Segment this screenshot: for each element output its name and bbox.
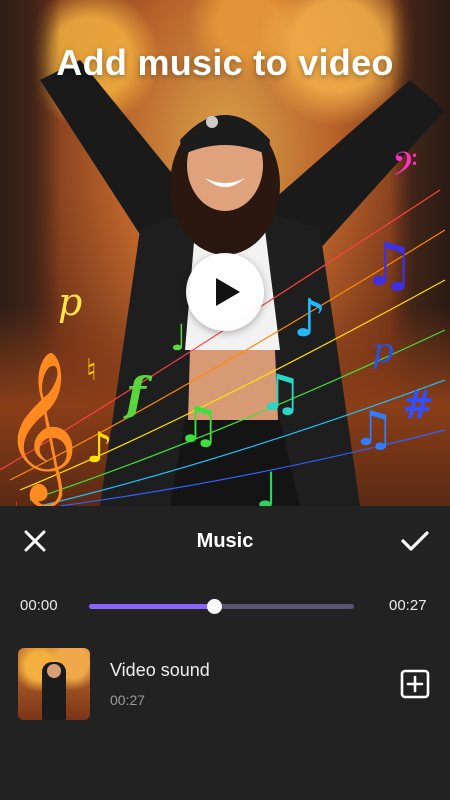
panel-title: Music bbox=[196, 530, 254, 552]
confirm-button[interactable] bbox=[398, 524, 432, 558]
add-box-icon bbox=[400, 669, 430, 699]
progress-fill bbox=[89, 604, 214, 609]
add-track-button[interactable] bbox=[400, 669, 430, 699]
checkmark-icon bbox=[401, 531, 429, 551]
slider-thumb[interactable] bbox=[206, 599, 222, 614]
play-icon bbox=[215, 278, 240, 306]
total-time: 00:27 bbox=[389, 597, 427, 614]
track-title: Video sound bbox=[110, 660, 210, 680]
music-panel-header: Music bbox=[0, 506, 450, 576]
current-time: 00:00 bbox=[20, 597, 58, 614]
progress-slider[interactable] bbox=[89, 599, 354, 614]
video-preview[interactable]: 𝄞 p ♮ f ♪ ♫ ♩ ♫ ♪ ♩ ♫ p ♫ # 𝄢 ♭ Add musi… bbox=[0, 0, 450, 506]
play-button[interactable] bbox=[186, 253, 264, 331]
track-list-item[interactable]: Video sound 00:27 bbox=[0, 648, 450, 720]
track-duration: 00:27 bbox=[110, 692, 146, 708]
hero-title: Add music to video bbox=[56, 42, 394, 83]
track-thumbnail bbox=[18, 648, 90, 720]
